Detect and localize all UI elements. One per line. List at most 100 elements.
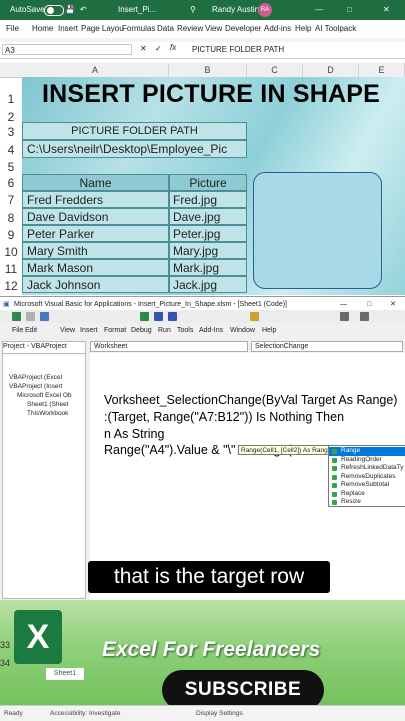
subscribe-button[interactable]: SUBSCRIBE [162,670,324,710]
tab-page-layout[interactable]: Page Layou [81,24,124,33]
row-number[interactable]: 9 [0,228,22,242]
code-line[interactable]: :(Target, Range("A7:B12")) Is Nothing Th… [104,410,344,424]
project-tree: VBAProject (Excel VBAProject (Insert Mic… [2,353,86,599]
intellisense-item[interactable]: RefreshLinkedDataTy [329,464,405,473]
autosave-label: AutoSave [10,5,45,14]
column-header[interactable]: C [247,63,303,77]
code-line[interactable]: Vorksheet_SelectionChange(ByVal Target A… [104,393,397,407]
name-cell[interactable]: Jack Johnson [22,276,169,293]
tab-ai-toolpack[interactable]: AI Toolpack [315,24,356,33]
menu-item[interactable]: Tools [177,327,193,334]
name-box[interactable]: A3 [2,44,132,55]
close-icon[interactable]: ✕ [383,5,390,14]
row-number[interactable]: 1 [0,92,22,106]
promo-banner: 33 34 X Excel For Freelancers Sheet1 SUB… [0,600,405,710]
tree-item[interactable]: Microsoft Excel Ob [17,392,72,399]
intellisense-item[interactable]: RemoveSubtotal [329,481,405,490]
folder-path-cell[interactable]: C:\Users\neilr\Desktop\Employee_Pic [22,140,247,158]
menu-item[interactable]: Format [104,327,126,334]
menu-item[interactable]: Insert [80,327,98,334]
undo-icon[interactable]: ↶ [80,5,87,14]
name-cell[interactable]: Mark Mason [22,259,169,276]
tree-item[interactable]: VBAProject (Excel [9,374,62,381]
column-header[interactable]: D [303,63,359,77]
row-number[interactable]: 7 [0,193,22,207]
picture-cell[interactable]: Mark.jpg [169,259,247,276]
maximize-icon[interactable]: □ [347,5,352,14]
name-cell[interactable]: Dave Davidson [22,208,169,225]
menu-item[interactable]: Add-Ins [199,327,223,334]
cancel-icon[interactable]: ✕ [140,44,147,53]
picture-cell[interactable]: Jack.jpg [169,276,247,293]
object-combo[interactable]: Worksheet [90,341,248,352]
intellisense-item[interactable]: RemoveDuplicates [329,473,405,482]
tab-view[interactable]: View [205,24,222,33]
picture-cell[interactable]: Fred.jpg [169,191,247,208]
row-number[interactable]: 4 [0,143,22,157]
picture-cell[interactable]: Peter.jpg [169,225,247,242]
tree-item[interactable]: Sheet1 (Sheet [27,401,69,408]
user-name[interactable]: Randy Austin [212,5,259,14]
column-header[interactable]: B [169,63,247,77]
intellisense-list: Range ReadingOrder RefreshLinkedDataTy R… [328,445,405,507]
row-number[interactable]: 12 [0,279,22,293]
menu-item[interactable]: File [12,327,23,334]
intellisense-item[interactable]: Range [329,447,405,456]
column-header[interactable]: A [22,63,169,77]
avatar[interactable]: RA [258,3,272,17]
menu-item[interactable]: Help [262,327,276,334]
intellisense-item[interactable]: ReadingOrder [329,456,405,465]
menu-item[interactable]: Run [158,327,171,334]
row-number[interactable]: 10 [0,245,22,259]
formula-input[interactable]: PICTURE FOLDER PATH [192,44,402,55]
tab-home[interactable]: Home [32,24,53,33]
picture-cell[interactable]: Dave.jpg [169,208,247,225]
name-cell[interactable]: Fred Fredders [22,191,169,208]
row-number[interactable]: 2 [0,110,22,124]
minimize-icon[interactable]: — [315,5,323,14]
menu-item[interactable]: Edit [25,327,37,334]
tree-item[interactable]: VBAProject (Insert [9,383,62,390]
row-number[interactable]: 6 [0,176,22,190]
tab-developer[interactable]: Developer [225,24,261,33]
intellisense-item[interactable]: Replace [329,490,405,499]
row-number[interactable]: 5 [0,160,22,174]
menu-item[interactable]: View [60,327,75,334]
tab-formulas[interactable]: Formulas [122,24,155,33]
sheet-tab[interactable]: Sheet1 [46,668,84,680]
picture-cell[interactable]: Mary.jpg [169,242,247,259]
fx-icon[interactable]: fx [170,43,176,52]
tab-review[interactable]: Review [177,24,203,33]
row-number[interactable]: 8 [0,211,22,225]
menu-item[interactable]: Debug [131,327,152,334]
picture-header-cell[interactable]: Picture [169,174,247,191]
save-icon[interactable]: 💾 [65,5,75,14]
file-name: Insert_Pi... [118,5,157,14]
display-settings[interactable]: Display Settings [196,710,243,717]
name-cell[interactable]: Peter Parker [22,225,169,242]
tree-item[interactable]: ThisWorkbook [27,410,68,417]
tab-add-ins[interactable]: Add-ins [264,24,291,33]
intellisense-item[interactable]: Resize [329,498,405,507]
accessibility-status[interactable]: Accessibility: Investigate [50,710,120,717]
formula-bar: A3 ✕ ✓ fx PICTURE FOLDER PATH [0,42,405,59]
column-header[interactable]: E [359,63,405,77]
folder-label-cell[interactable]: PICTURE FOLDER PATH [22,122,247,140]
column-headers: A B C D E [0,63,405,78]
picture-shape[interactable] [253,172,382,289]
vba-editor-window: ▣ Microsoft Visual Basic for Application… [0,296,405,601]
tab-file[interactable]: File [6,24,19,33]
row-number[interactable]: 3 [0,125,22,139]
menu-item[interactable]: Window [230,327,255,334]
autosave-toggle[interactable] [44,5,64,16]
tab-help[interactable]: Help [295,24,311,33]
row-number[interactable]: 11 [0,262,22,276]
code-line[interactable]: n As String [104,427,164,441]
name-header-cell[interactable]: Name [22,174,169,191]
procedure-combo[interactable]: SelectionChange [251,341,403,352]
search-icon[interactable]: ⚲ [190,5,196,14]
enter-icon[interactable]: ✓ [155,44,162,53]
name-cell[interactable]: Mary Smith [22,242,169,259]
tab-insert[interactable]: Insert [58,24,78,33]
tab-data[interactable]: Data [157,24,174,33]
